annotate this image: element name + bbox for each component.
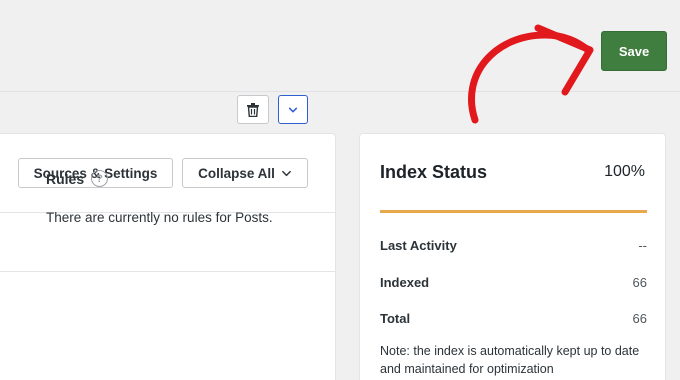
expand-source-button[interactable] [278, 95, 308, 124]
index-status-panel: Index Status 100% Last Activity -- Index… [359, 133, 666, 380]
stat-label: Total [380, 311, 411, 326]
trash-icon [247, 102, 259, 117]
stat-row-total: Total 66 [380, 311, 647, 326]
help-icon[interactable]: ? [91, 170, 108, 187]
index-note: Note: the index is automatically kept up… [380, 344, 640, 376]
index-progress-fill [380, 210, 647, 213]
stat-row-indexed: Indexed 66 [380, 275, 647, 290]
save-button[interactable]: Save [601, 31, 667, 71]
delete-source-button[interactable] [237, 95, 269, 124]
collapse-all-button[interactable]: Collapse All [182, 158, 308, 188]
arrow-icon [468, 24, 594, 124]
chevron-down-icon [281, 170, 291, 176]
collapse-all-label: Collapse All [198, 165, 275, 181]
stat-row-last-activity: Last Activity -- [380, 238, 647, 253]
stat-value: 66 [632, 275, 647, 290]
stat-label: Last Activity [380, 238, 457, 253]
index-progress-bar [380, 210, 647, 213]
stat-label: Indexed [380, 275, 430, 290]
rules-title: Rules [46, 171, 85, 187]
index-status-title: Index Status [380, 162, 488, 182]
rules-empty-message: There are currently no rules for Posts. [46, 210, 273, 225]
stat-value: 66 [632, 311, 647, 326]
chevron-down-icon [288, 107, 298, 112]
index-status-percent: 100% [604, 163, 645, 180]
stat-value: -- [638, 238, 647, 253]
